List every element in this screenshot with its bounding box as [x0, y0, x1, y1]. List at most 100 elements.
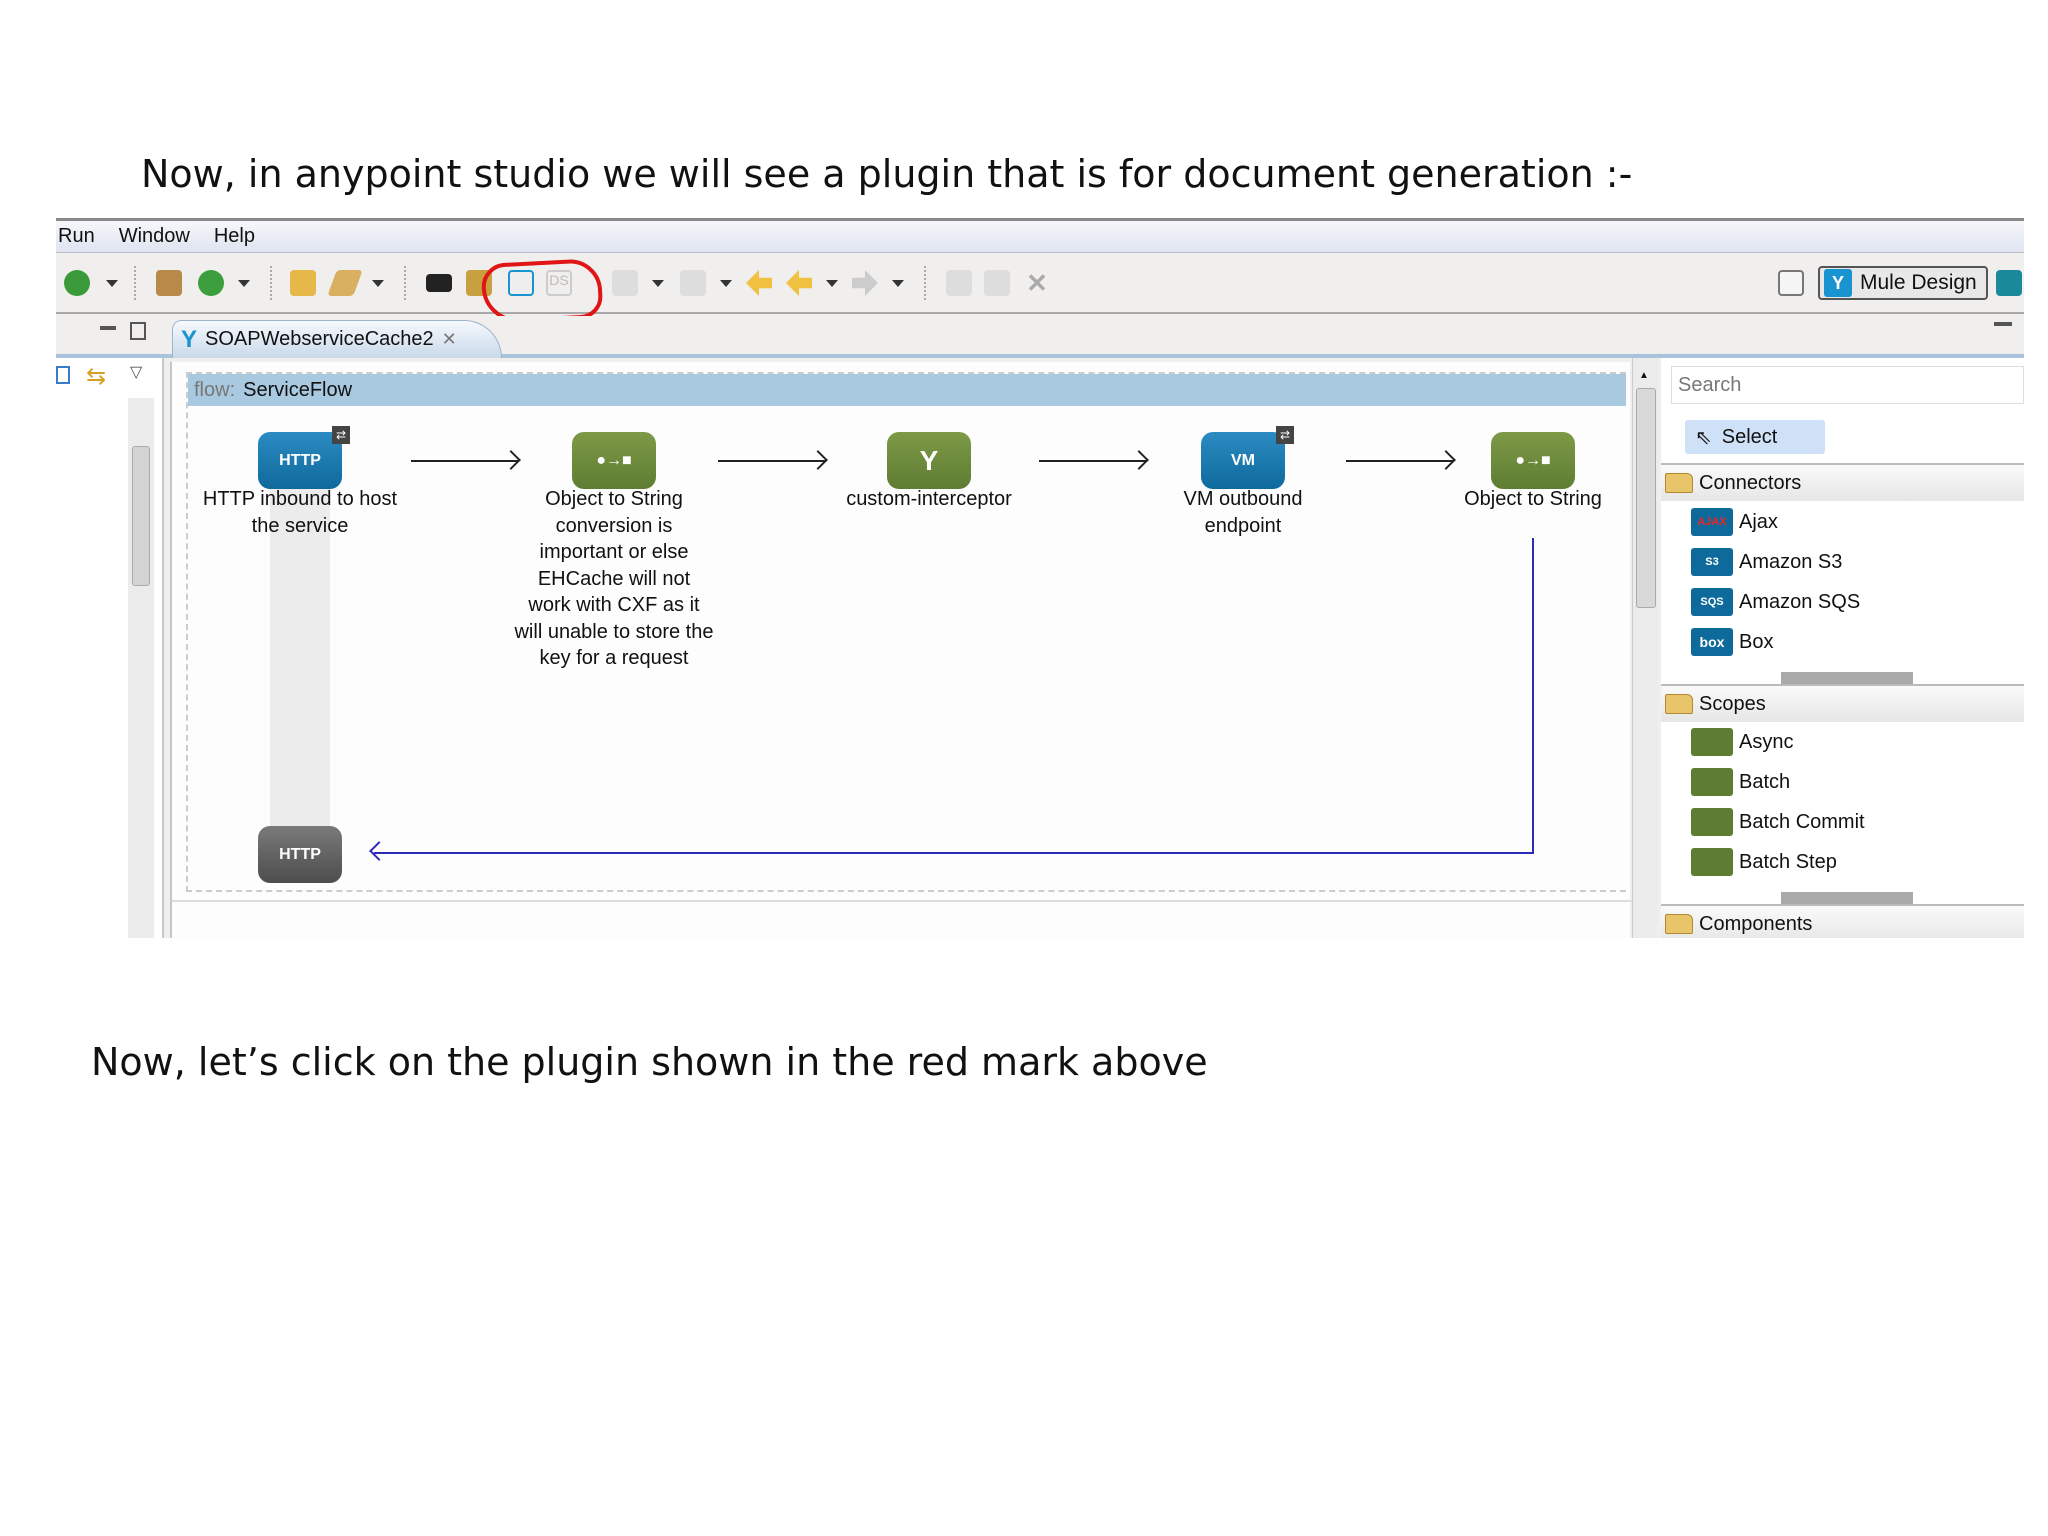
box-icon: box [1691, 628, 1733, 656]
palette-item-amazon-sqs[interactable]: SQS Amazon SQS [1691, 588, 1860, 616]
last-edit-icon[interactable] [746, 270, 772, 296]
pen-icon[interactable] [327, 270, 363, 296]
flow-prefix: flow: [194, 378, 236, 401]
exchange-pattern-icon: ⇄ [332, 426, 350, 444]
return-line-horizontal [374, 852, 1534, 854]
vm-icon[interactable]: VM [1201, 432, 1285, 489]
more-items-scroll-icon[interactable] [1781, 892, 1913, 904]
slide-footer: Now, let’s click on the plugin shown in … [91, 1040, 1208, 1084]
item-label: Box [1739, 630, 1774, 653]
red-highlight-circle [480, 257, 604, 325]
palette-category-components[interactable]: Components [1661, 904, 2024, 938]
next-annotation-icon[interactable] [612, 270, 638, 296]
node-label-vm-outbound: VM outbound endpoint [1183, 488, 1303, 537]
back-dropdown-icon[interactable] [826, 280, 838, 287]
toolbar-separator [270, 266, 272, 300]
ajax-icon: AJAX [1691, 508, 1733, 536]
undo-icon [946, 270, 972, 296]
flow-header[interactable]: flow: ServiceFlow [188, 374, 1626, 406]
menu-run[interactable]: Run [56, 225, 107, 248]
http-response-icon[interactable]: HTTP [258, 826, 342, 883]
perspective-label: Mule Design [1860, 271, 1977, 294]
flow-canvas[interactable]: flow: ServiceFlow HTTP ⇄ HTTP inbound to… [170, 362, 1632, 938]
http-icon[interactable]: HTTP [258, 432, 342, 489]
palette-category-connectors[interactable]: Connectors [1661, 463, 2024, 501]
object-to-string-icon[interactable]: ●→■ [1491, 432, 1575, 489]
node-label-http-inbound: HTTP inbound to host the service [202, 488, 398, 537]
left-scrollbar[interactable] [128, 398, 154, 938]
flow-arrow [718, 460, 825, 462]
back-icon[interactable] [786, 270, 812, 296]
toolbar-separator [404, 266, 406, 300]
category-label: Components [1699, 912, 1813, 935]
http-lane [270, 487, 330, 877]
pointer-icon: ⇖ [1695, 426, 1712, 449]
open-folder-icon[interactable] [290, 270, 316, 296]
toolbar: DS ✕ Y Mule Design [56, 254, 2024, 325]
left-panel: ⇆ ▽ de [56, 358, 164, 938]
palette-item-box[interactable]: box Box [1691, 628, 1773, 656]
item-label: Amazon S3 [1739, 550, 1843, 573]
palette-panel: Search ⇖ Select Connectors AJAX Ajax S3 Am… [1661, 358, 2024, 938]
tab-soapwebservicecache2[interactable]: Y SOAPWebserviceCache2 ✕ [172, 320, 502, 358]
canvas-bottom-border [172, 900, 1632, 902]
next-annotation-dropdown-icon[interactable] [652, 280, 664, 287]
flow-arrow [411, 460, 518, 462]
mule-icon: Y [181, 325, 198, 353]
debug-perspective-icon[interactable] [1996, 270, 2022, 296]
flow-arrow [1346, 460, 1453, 462]
mule-design-perspective-button[interactable]: Y Mule Design [1818, 266, 1988, 300]
run-dropdown-icon[interactable] [106, 280, 118, 287]
item-label: Ajax [1739, 510, 1778, 533]
tab-title: SOAPWebserviceCache2 [205, 328, 434, 350]
scroll-thumb[interactable] [1636, 388, 1656, 608]
category-label: Scopes [1699, 692, 1766, 715]
palette-item-ajax[interactable]: AJAX Ajax [1691, 508, 1778, 536]
node-label-object-to-string-2: Object to String [1464, 488, 1602, 510]
anypoint-studio-window: Run Window Help DS ✕ Y Mule Design Y SOA… [56, 218, 2024, 938]
node-label-object-to-string: Object to String conversion is important… [514, 488, 714, 669]
forward-icon[interactable] [852, 270, 878, 296]
object-to-string-icon[interactable]: ●→■ [572, 432, 656, 489]
close-tab-icon[interactable]: ✕ [442, 329, 457, 350]
link-editor-icon[interactable]: ⇆ [86, 362, 106, 391]
custom-interceptor-icon[interactable]: Y [887, 432, 971, 489]
select-tool-button[interactable]: ⇖ Select [1685, 420, 1825, 454]
redo-icon [984, 270, 1010, 296]
delete-icon: ✕ [1026, 268, 1048, 298]
menu-help[interactable]: Help [212, 225, 267, 248]
forward-dropdown-icon[interactable] [892, 280, 904, 287]
more-items-scroll-icon[interactable] [1781, 672, 1913, 684]
minimize-icon[interactable] [100, 326, 116, 330]
item-label: Batch [1739, 770, 1791, 793]
open-perspective-icon[interactable] [1778, 270, 1804, 296]
collapse-all-icon[interactable] [56, 366, 70, 384]
scroll-thumb[interactable] [132, 446, 150, 586]
item-label: Batch Commit [1739, 810, 1865, 833]
item-label: Amazon SQS [1739, 590, 1861, 613]
view-menu-icon[interactable]: ▽ [130, 362, 142, 382]
palette-item-batch-commit[interactable]: Batch Commit [1691, 808, 1865, 836]
palette-category-scopes[interactable]: Scopes [1661, 684, 2024, 722]
palette-search-input[interactable]: Search [1671, 366, 2024, 404]
new-project-icon[interactable] [156, 270, 182, 296]
maximize-icon[interactable] [130, 322, 146, 340]
canvas-vertical-scrollbar[interactable]: ▲ [1632, 358, 1658, 938]
pen-dropdown-icon[interactable] [372, 280, 384, 287]
scroll-up-icon[interactable]: ▲ [1639, 370, 1649, 381]
palette-item-batch[interactable]: Batch [1691, 768, 1790, 796]
prev-annotation-icon[interactable] [680, 270, 706, 296]
node-label-custom-interceptor: custom-interceptor [846, 488, 1012, 510]
editor-minimize-icon[interactable] [1994, 322, 2012, 326]
new-class-icon[interactable] [198, 270, 224, 296]
palette-item-batch-step[interactable]: Batch Step [1691, 848, 1837, 876]
palette-item-amazon-s3[interactable]: S3 Amazon S3 [1691, 548, 1842, 576]
menu-window[interactable]: Window [117, 225, 202, 248]
run-icon[interactable] [64, 270, 90, 296]
new-dropdown-icon[interactable] [238, 280, 250, 287]
camera-icon[interactable] [426, 274, 452, 292]
palette-item-async[interactable]: Async [1691, 728, 1793, 756]
toolbar-separator [134, 266, 136, 300]
prev-annotation-dropdown-icon[interactable] [720, 280, 732, 287]
exchange-pattern-icon: ⇄ [1276, 426, 1294, 444]
